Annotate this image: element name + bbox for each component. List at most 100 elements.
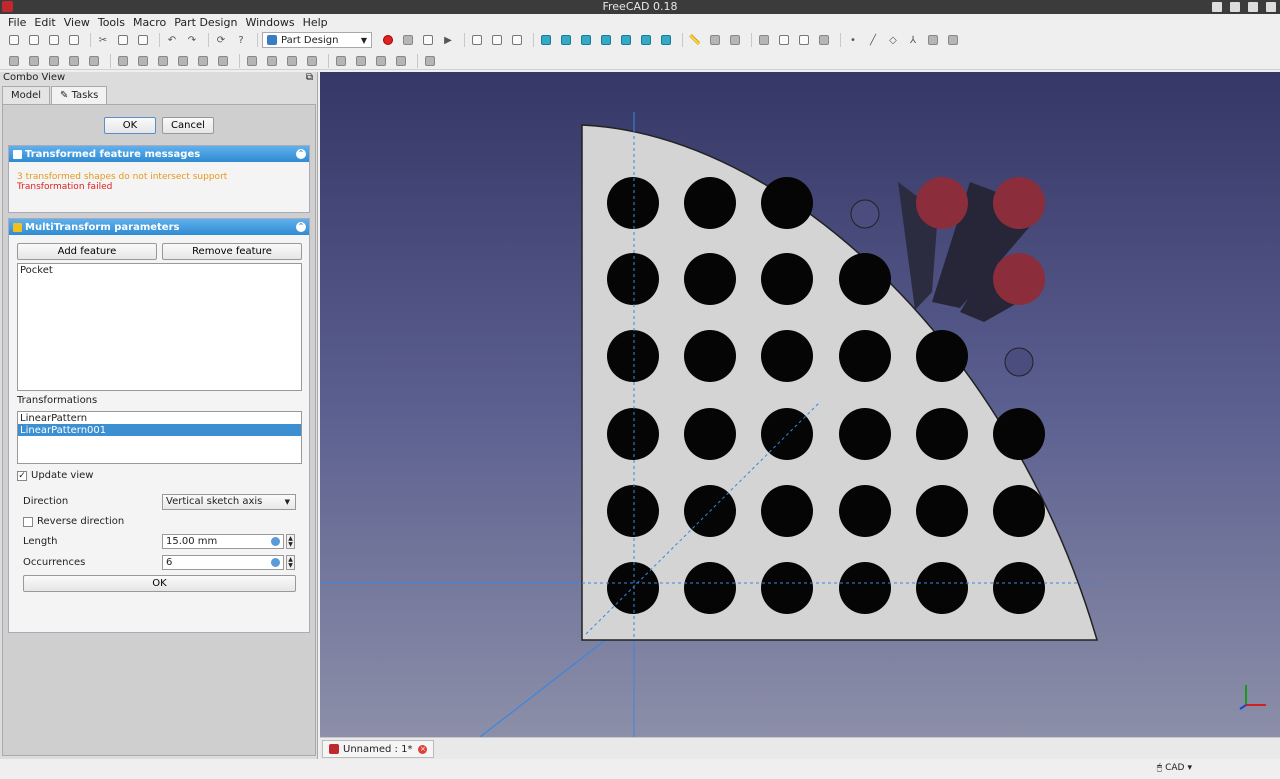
ok-button[interactable]: OK — [104, 117, 156, 134]
pocket-hole[interactable] — [607, 330, 659, 382]
refresh-icon[interactable]: ⟳ — [213, 33, 229, 47]
occurrences-input[interactable]: 6 — [162, 555, 284, 570]
view-front-icon[interactable] — [558, 33, 574, 47]
pocket-hole[interactable] — [684, 253, 736, 305]
local-cs-icon[interactable]: ⅄ — [905, 33, 921, 47]
record-macro-icon[interactable] — [380, 33, 396, 47]
subtractive-pipe-icon[interactable] — [195, 54, 211, 68]
create-part-icon[interactable] — [707, 33, 723, 47]
workbench-selector[interactable]: Part Design ▼ — [262, 32, 372, 48]
pocket-hole[interactable] — [607, 253, 659, 305]
datum-point-icon[interactable]: • — [845, 33, 861, 47]
pocket-hole[interactable] — [916, 408, 968, 460]
document-tab[interactable]: Unnamed : 1* × — [322, 740, 435, 758]
chamfer-icon[interactable] — [353, 54, 369, 68]
clone-icon[interactable] — [945, 33, 961, 47]
sub-shape-binder-icon[interactable] — [925, 33, 941, 47]
pad-icon[interactable] — [6, 54, 22, 68]
copy-icon[interactable] — [115, 33, 131, 47]
pocket-hole[interactable] — [684, 562, 736, 614]
menu-file[interactable]: File — [4, 16, 30, 29]
list-item[interactable]: LinearPattern — [18, 412, 301, 424]
menu-part-design[interactable]: Part Design — [170, 16, 241, 29]
minimize-window-icon[interactable] — [1230, 2, 1240, 12]
stop-macro-icon[interactable] — [400, 33, 416, 47]
create-body-icon[interactable] — [756, 33, 772, 47]
add-feature-button[interactable]: Add feature — [17, 243, 157, 260]
collapse-icon[interactable]: ⌃ — [296, 149, 306, 159]
remove-feature-button[interactable]: Remove feature — [162, 243, 302, 260]
pocket-hole[interactable] — [839, 485, 891, 537]
menu-windows[interactable]: Windows — [241, 16, 298, 29]
view-right-icon[interactable] — [598, 33, 614, 47]
update-view-checkbox[interactable]: ✓ — [17, 471, 27, 481]
datum-line-icon[interactable]: ╱ — [865, 33, 881, 47]
3d-scene[interactable] — [320, 72, 1280, 737]
pocket-hole[interactable] — [993, 485, 1045, 537]
boolean-icon[interactable] — [422, 54, 438, 68]
features-list[interactable]: Pocket — [17, 263, 302, 391]
create-sketch-icon[interactable] — [776, 33, 792, 47]
list-item-selected[interactable]: LinearPattern001 — [18, 424, 301, 436]
list-item[interactable]: Pocket — [18, 264, 301, 276]
additive-loft-icon[interactable] — [46, 54, 62, 68]
restore-window-icon[interactable] — [1212, 2, 1222, 12]
macros-icon[interactable] — [420, 33, 436, 47]
pocket-hole[interactable] — [761, 562, 813, 614]
fit-all-icon[interactable] — [469, 33, 485, 47]
pocket-hole[interactable] — [761, 330, 813, 382]
pocket-hole[interactable] — [839, 562, 891, 614]
pocket-hole[interactable] — [761, 177, 813, 229]
pocket-hole[interactable] — [916, 562, 968, 614]
pocket-hole[interactable] — [684, 330, 736, 382]
pocket-hole[interactable] — [761, 408, 813, 460]
pocket-hole[interactable] — [607, 177, 659, 229]
pocket-hole[interactable] — [839, 408, 891, 460]
expression-icon[interactable] — [271, 558, 280, 567]
pocket-hole[interactable] — [993, 562, 1045, 614]
length-input[interactable]: 15.00 mm — [162, 534, 284, 549]
pocket-hole[interactable] — [607, 485, 659, 537]
transformations-list[interactable]: LinearPattern LinearPattern001 — [17, 411, 302, 464]
collapse-icon[interactable]: ⌃ — [296, 222, 306, 232]
maximize-window-icon[interactable] — [1248, 2, 1258, 12]
draft-icon[interactable] — [373, 54, 389, 68]
pocket-hole[interactable] — [684, 177, 736, 229]
menu-macro[interactable]: Macro — [129, 16, 170, 29]
linear-pattern-icon[interactable] — [264, 54, 280, 68]
multitransform-icon[interactable] — [304, 54, 320, 68]
create-group-icon[interactable] — [727, 33, 743, 47]
multitransform-panel-header[interactable]: MultiTransform parameters ⌃ — [9, 219, 309, 235]
fit-selection-icon[interactable] — [489, 33, 505, 47]
cancel-button[interactable]: Cancel — [162, 117, 214, 134]
whats-this-icon[interactable]: ? — [233, 33, 249, 47]
view-left-icon[interactable] — [658, 33, 674, 47]
view-isometric-icon[interactable] — [538, 33, 554, 47]
subtractive-loft-icon[interactable] — [175, 54, 191, 68]
transformation-ok-button[interactable]: OK — [23, 575, 296, 592]
pocket-hole[interactable] — [916, 330, 968, 382]
undock-icon[interactable]: ⧉ — [306, 72, 313, 84]
new-file-icon[interactable] — [6, 33, 22, 47]
menu-tools[interactable]: Tools — [94, 16, 129, 29]
occurrences-spinner[interactable]: ▲ ▼ — [286, 555, 295, 570]
menu-edit[interactable]: Edit — [30, 16, 59, 29]
view-top-icon[interactable] — [578, 33, 594, 47]
polar-pattern-icon[interactable] — [284, 54, 300, 68]
spin-down-icon[interactable]: ▼ — [288, 541, 293, 548]
revolution-icon[interactable] — [26, 54, 42, 68]
spin-down-icon[interactable]: ▼ — [288, 562, 293, 569]
menu-view[interactable]: View — [60, 16, 94, 29]
messages-panel-header[interactable]: Transformed feature messages ⌃ — [9, 146, 309, 162]
undo-icon[interactable]: ↶ — [164, 33, 180, 47]
menu-help[interactable]: Help — [299, 16, 332, 29]
pocket-hole[interactable] — [607, 408, 659, 460]
pocket-hole[interactable] — [839, 330, 891, 382]
paste-icon[interactable] — [135, 33, 151, 47]
open-file-icon[interactable] — [26, 33, 42, 47]
3d-viewport[interactable] — [320, 72, 1280, 737]
draw-style-icon[interactable] — [509, 33, 525, 47]
validate-sketch-icon[interactable] — [796, 33, 812, 47]
measure-distance-icon[interactable]: 📏 — [687, 33, 703, 47]
print-icon[interactable] — [66, 33, 82, 47]
